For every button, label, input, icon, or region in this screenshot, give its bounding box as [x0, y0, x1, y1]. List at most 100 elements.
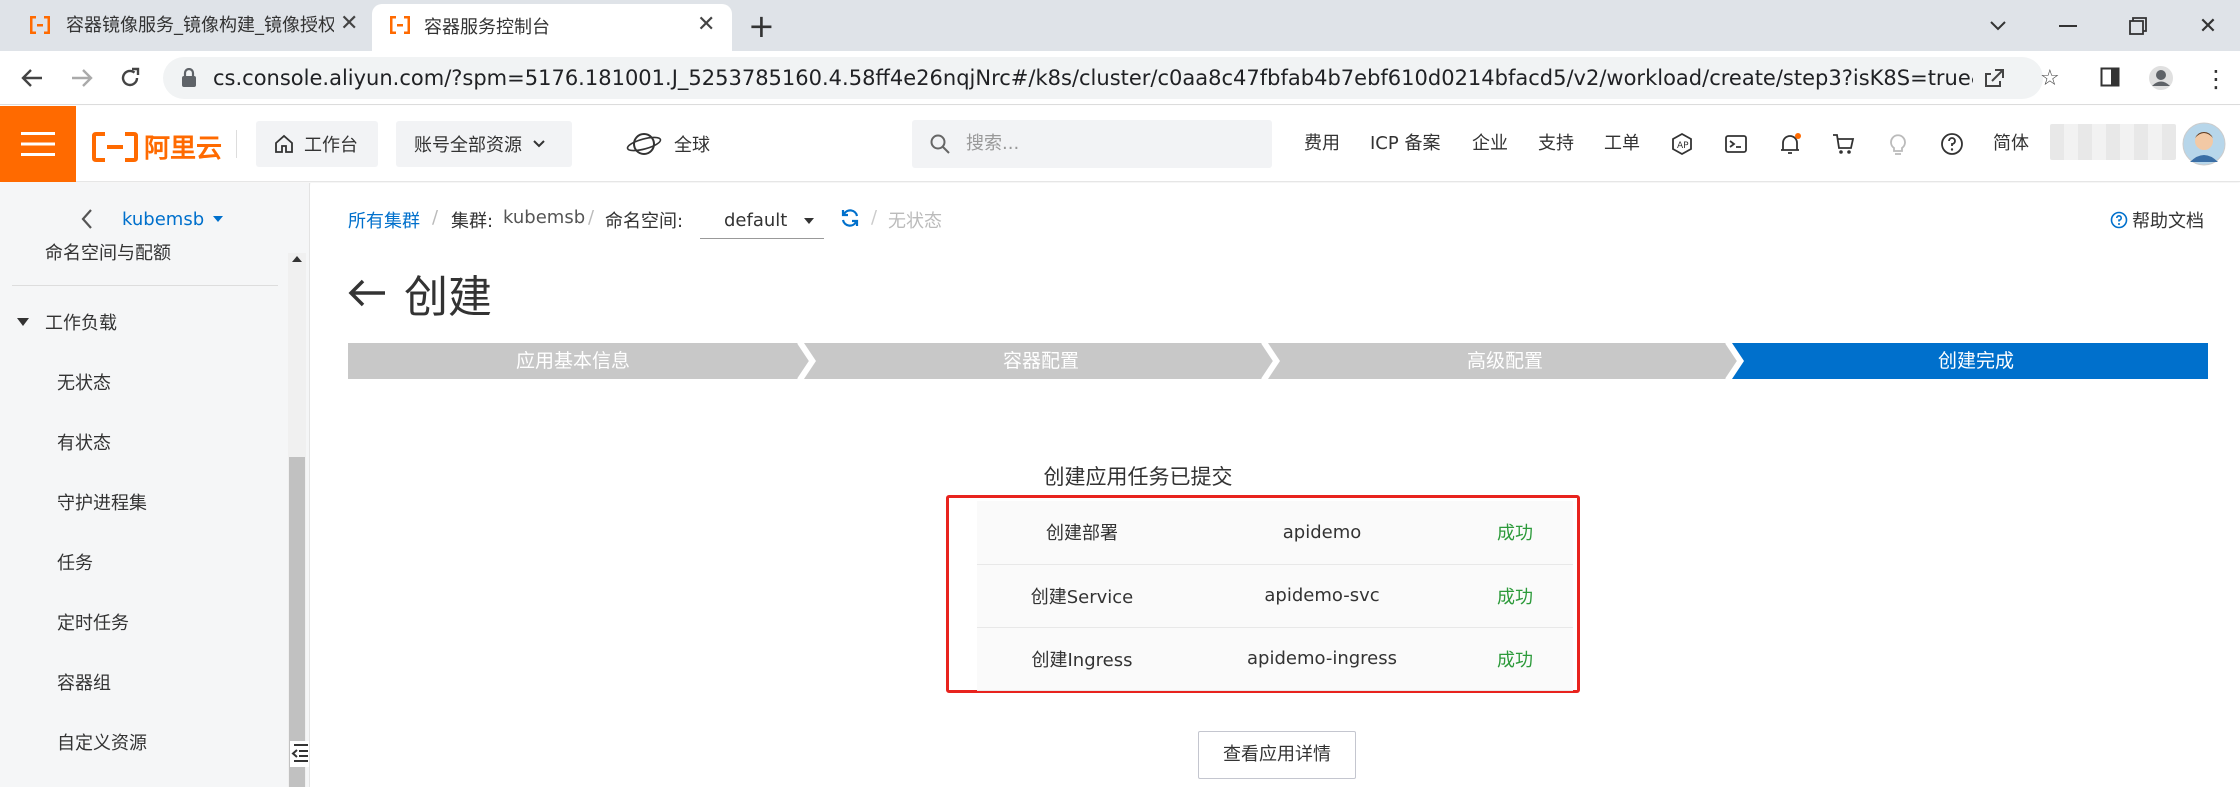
language-switch[interactable]: 简体	[1993, 106, 2029, 182]
cluster-value: kubemsb	[503, 207, 586, 228]
table-row: 创建部署 apidemo 成功	[977, 501, 1573, 565]
collapse-sidebar-icon[interactable]	[290, 741, 309, 767]
browser-tab-inactive[interactable]: 容器镜像服务_镜像构建_镜像授权 ✕	[10, 0, 370, 51]
browser-toolbar: cs.console.aliyun.com/?spm=5176.181001.J…	[0, 51, 2240, 105]
side-panel-icon[interactable]	[2100, 67, 2120, 87]
enterprise-link[interactable]: 企业	[1472, 106, 1508, 182]
refresh-icon[interactable]	[840, 208, 860, 228]
aliyun-favicon-icon	[30, 16, 50, 34]
cluster-switcher[interactable]: kubemsb	[80, 208, 224, 230]
help-circle-icon[interactable]	[1940, 132, 1964, 156]
app-icon[interactable]: AP	[1670, 132, 1694, 156]
logo-text: 阿里云	[144, 134, 223, 164]
svg-text:AP: AP	[1677, 141, 1689, 151]
sidebar-item-workloads[interactable]: 工作负载	[45, 309, 117, 335]
lightbulb-icon[interactable]	[1886, 132, 1910, 156]
browser-tab-strip: 容器镜像服务_镜像构建_镜像授权 ✕ 容器服务控制台 ✕ + ✕	[0, 0, 2240, 51]
breadcrumb-separator: /	[871, 207, 878, 228]
status-badge: 成功	[1457, 501, 1573, 565]
region-label: 全球	[674, 135, 710, 156]
scroll-up-icon[interactable]	[291, 255, 303, 263]
breadcrumb-separator: /	[432, 207, 439, 228]
table-row: 创建Service apidemo-svc 成功	[977, 564, 1573, 628]
search-placeholder: 搜索...	[966, 133, 1020, 154]
forward-arrow-icon[interactable]	[64, 60, 100, 96]
close-icon[interactable]: ✕	[697, 12, 715, 37]
reload-icon[interactable]	[112, 60, 148, 96]
avatar[interactable]	[2182, 122, 2226, 166]
back-arrow-icon[interactable]	[14, 60, 50, 96]
resources-label: 账号全部资源	[414, 135, 522, 156]
namespace-value: default	[724, 210, 788, 231]
chevron-down-icon	[533, 140, 545, 148]
sidebar-item-job[interactable]: 任务	[57, 549, 93, 575]
lock-icon[interactable]	[181, 68, 197, 88]
workbench-button[interactable]: 工作台	[256, 121, 378, 167]
result-title: 创建应用任务已提交	[1043, 465, 1233, 489]
scrollbar-thumb[interactable]	[289, 457, 305, 787]
bell-icon[interactable]	[1778, 132, 1802, 156]
resource-name: apidemo	[1187, 501, 1457, 565]
profile-icon[interactable]	[2148, 65, 2174, 91]
region-selector[interactable]: 全球	[626, 106, 710, 182]
new-tab-button[interactable]: +	[748, 7, 775, 45]
sidebar-divider	[12, 285, 278, 286]
terminal-icon[interactable]	[1724, 132, 1748, 156]
task-type: 创建Service	[977, 564, 1187, 628]
resource-name: apidemo-svc	[1187, 564, 1457, 628]
status-badge: 成功	[1457, 627, 1573, 691]
share-icon[interactable]	[1983, 68, 2005, 88]
sidebar-item-namespace[interactable]: 命名空间与配额	[45, 239, 171, 265]
step-basic-info: 应用基本信息	[515, 350, 630, 372]
address-bar[interactable]: cs.console.aliyun.com/?spm=5176.181001.J…	[163, 57, 2043, 99]
back-arrow-icon[interactable]	[348, 278, 386, 308]
sidebar-item-stateful[interactable]: 有状态	[57, 429, 111, 455]
sidebar-item-stateless[interactable]: 无状态	[57, 369, 111, 395]
resource-name: apidemo-ingress	[1187, 627, 1457, 691]
browser-tab-active[interactable]: 容器服务控制台 ✕	[372, 4, 732, 51]
close-window-icon[interactable]: ✕	[2190, 8, 2226, 44]
browser-menu-icon[interactable]: ⋮	[2204, 65, 2228, 93]
tab-search-chevron-icon[interactable]	[1980, 8, 2016, 44]
ticket-link[interactable]: 工单	[1604, 106, 1640, 182]
aliyun-favicon-icon	[390, 16, 410, 34]
result-highlight-box: 创建部署 apidemo 成功 创建Service apidemo-svc 成功…	[946, 495, 1580, 693]
aliyun-logo[interactable]: 阿里云	[92, 128, 222, 165]
namespace-select[interactable]: default	[700, 201, 824, 239]
main-content: 所有集群 / 集群: kubemsb / 命名空间: default / 无状态…	[311, 183, 2240, 787]
close-icon[interactable]: ✕	[340, 11, 358, 36]
help-docs-link[interactable]: 帮助文档	[2110, 207, 2204, 233]
fees-link[interactable]: 费用	[1304, 106, 1340, 182]
chevron-left-icon[interactable]	[80, 208, 94, 230]
tab-title: 容器镜像服务_镜像构建_镜像授权	[66, 15, 334, 36]
sidebar-item-pods[interactable]: 容器组	[57, 669, 111, 695]
help-circle-icon	[2110, 211, 2128, 229]
minimize-icon[interactable]	[2050, 8, 2086, 44]
resource-group-dropdown[interactable]: 账号全部资源	[396, 121, 572, 167]
sidebar-scrollbar[interactable]	[288, 253, 306, 787]
sidebar-item-cronjob[interactable]: 定时任务	[57, 609, 129, 635]
console-header: 阿里云 工作台 账号全部资源 全球 搜索... 费用 ICP 备案 企业 支持 …	[0, 106, 2240, 182]
help-docs-label: 帮助文档	[2132, 211, 2204, 232]
aliyun-logo-mark-icon	[92, 131, 138, 162]
support-link[interactable]: 支持	[1538, 106, 1574, 182]
bookmark-star-icon[interactable]: ☆	[2040, 66, 2060, 91]
hamburger-menu-button[interactable]	[0, 106, 76, 182]
cluster-label: 集群:	[451, 211, 494, 232]
table-row: 创建Ingress apidemo-ingress 成功	[977, 627, 1573, 691]
cart-icon[interactable]	[1832, 132, 1856, 156]
sidebar: kubemsb 命名空间与配额 工作负载 无状态 有状态 守护进程集 任务 定时…	[0, 183, 310, 787]
step-container-config: 容器配置	[1002, 350, 1079, 372]
sidebar-item-daemonset[interactable]: 守护进程集	[57, 489, 147, 515]
search-input[interactable]: 搜索...	[912, 120, 1272, 168]
view-app-details-button[interactable]: 查看应用详情	[1198, 731, 1356, 779]
icp-link[interactable]: ICP 备案	[1370, 106, 1440, 182]
sidebar-item-custom-resources[interactable]: 自定义资源	[57, 729, 147, 755]
restore-icon[interactable]	[2120, 8, 2156, 44]
namespace-label: 命名空间:	[605, 211, 684, 232]
breadcrumb-all-clusters[interactable]: 所有集群	[348, 207, 420, 233]
task-type: 创建Ingress	[977, 627, 1187, 691]
url-text: cs.console.aliyun.com/?spm=5176.181001.J…	[213, 66, 1973, 90]
account-name-blurred[interactable]	[2050, 124, 2176, 160]
step-complete: 创建完成	[1937, 350, 2014, 372]
